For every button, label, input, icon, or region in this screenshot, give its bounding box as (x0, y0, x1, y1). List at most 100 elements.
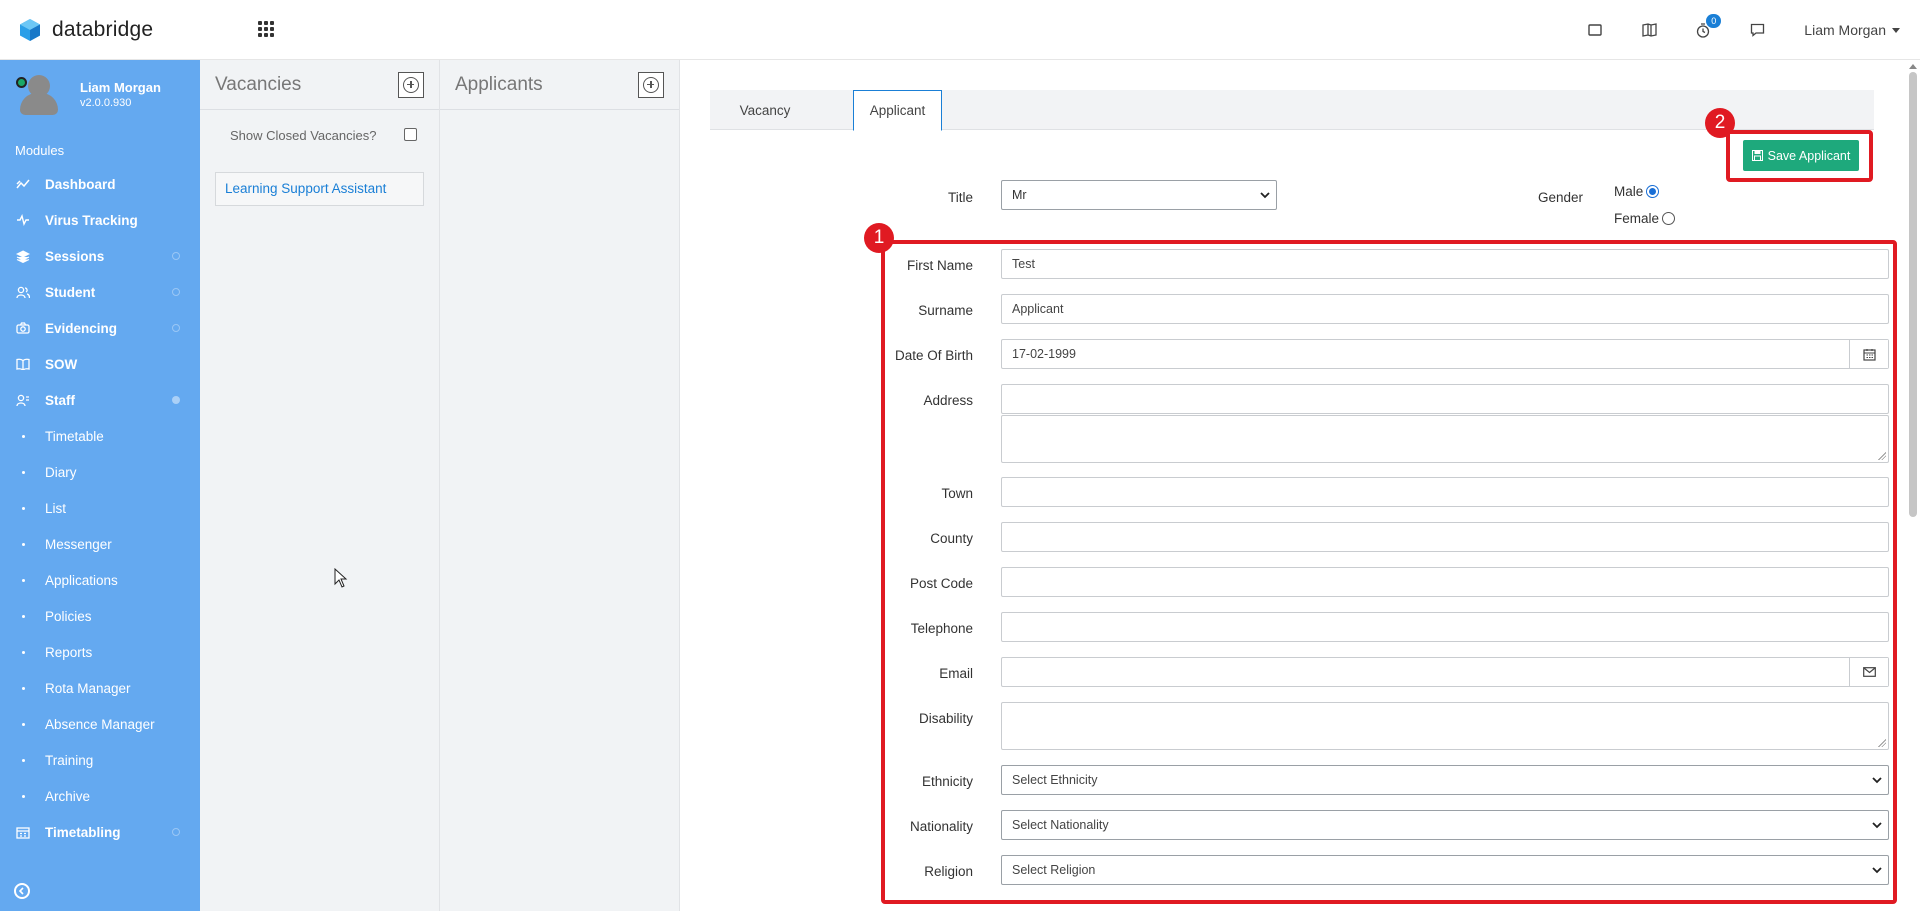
surname-label: Surname (918, 303, 973, 318)
sidebar-item-training[interactable]: Training (0, 742, 200, 778)
applicants-title: Applicants (455, 73, 543, 95)
dob-input[interactable]: 17-02-1999 (1001, 339, 1889, 369)
book-open-icon[interactable] (1622, 0, 1676, 60)
user-menu[interactable]: Liam Morgan (1804, 22, 1900, 38)
nationality-label: Nationality (909, 819, 973, 834)
chevron-down-icon (1260, 192, 1270, 199)
callout-box-2 (1726, 130, 1873, 182)
bullet-icon (21, 794, 25, 798)
sidebar-item-dashboard[interactable]: Dashboard (0, 166, 200, 202)
town-input[interactable] (1001, 477, 1889, 507)
address-line-1-input[interactable] (1001, 384, 1889, 414)
staff-icon (16, 393, 30, 407)
layers-icon (16, 249, 30, 263)
postcode-label: Post Code (909, 576, 973, 591)
app-version: v2.0.0.930 (80, 96, 132, 109)
address-label: Address (923, 393, 973, 408)
sidebar-item-rota-manager[interactable]: Rota Manager (0, 670, 200, 706)
sidebar-item-timetable[interactable]: Timetable (0, 418, 200, 454)
show-closed-checkbox[interactable] (404, 128, 417, 141)
window-icon[interactable] (1568, 0, 1622, 60)
plus-circle-icon (643, 76, 659, 93)
sidebar-item-student[interactable]: Student (0, 274, 200, 310)
sidebar-item-messenger[interactable]: Messenger (0, 526, 200, 562)
chart-line-icon (16, 177, 30, 191)
ethnicity-select-value: Select Ethnicity (1012, 773, 1098, 787)
add-vacancy-button[interactable] (398, 71, 424, 98)
mouse-cursor-icon (334, 568, 348, 588)
calendar-picker-icon[interactable] (1849, 340, 1888, 368)
sidebar: Liam Morgan v2.0.0.930 Modules Dashboard… (0, 60, 200, 911)
county-input[interactable] (1001, 522, 1889, 552)
user-profile[interactable]: Liam Morgan v2.0.0.930 (14, 75, 161, 115)
expanded-indicator-icon (172, 396, 180, 404)
sidebar-item-absence-manager[interactable]: Absence Manager (0, 706, 200, 742)
sidebar-item-timetabling[interactable]: Timetabling (0, 814, 200, 850)
sidebar-item-evidencing[interactable]: Evidencing (0, 310, 200, 346)
religion-label: Religion (924, 864, 973, 879)
pulse-icon (16, 213, 30, 227)
scroll-up-arrow-icon[interactable] (1909, 64, 1917, 69)
gender-female-option[interactable]: Female (1614, 211, 1676, 226)
timer-notifications-icon[interactable]: 0 (1676, 0, 1730, 60)
sidebar-item-sessions[interactable]: Sessions (0, 238, 200, 274)
sidebar-item-reports[interactable]: Reports (0, 634, 200, 670)
app-name: databridge (52, 18, 154, 41)
gender-male-radio[interactable] (1646, 185, 1660, 198)
gender-female-radio[interactable] (1662, 212, 1676, 225)
envelope-icon (1849, 658, 1888, 686)
calendar-icon (16, 825, 30, 839)
tab-vacancy[interactable]: Vacancy (722, 90, 808, 131)
bullet-icon (21, 542, 25, 546)
tab-applicant[interactable]: Applicant (853, 90, 942, 131)
page-scrollbar[interactable] (1906, 60, 1920, 911)
postcode-input[interactable] (1001, 567, 1889, 597)
bullet-icon (21, 434, 25, 438)
title-select-value: Mr (1012, 188, 1027, 202)
title-label: Title (947, 190, 973, 205)
gender-male-option[interactable]: Male (1614, 184, 1660, 199)
title-select[interactable]: Mr (1001, 180, 1277, 210)
app-logo[interactable]: databridge (18, 16, 153, 44)
sidebar-item-virus-tracking[interactable]: Virus Tracking (0, 202, 200, 238)
first-name-input[interactable]: Test (1001, 249, 1889, 279)
religion-select[interactable]: Select Religion (1001, 855, 1889, 885)
first-name-label: First Name (906, 258, 973, 273)
dob-label: Date Of Birth (894, 348, 973, 363)
sidebar-item-archive[interactable]: Archive (0, 778, 200, 814)
telephone-input[interactable] (1001, 612, 1889, 642)
collapse-sidebar-icon[interactable] (14, 883, 30, 899)
camera-icon (16, 321, 30, 335)
sidebar-item-staff[interactable]: Staff (0, 382, 200, 418)
sidebar-item-policies[interactable]: Policies (0, 598, 200, 634)
sidebar-item-applications[interactable]: Applications (0, 562, 200, 598)
vacancy-item[interactable]: Learning Support Assistant (215, 172, 424, 206)
chevron-down-icon (1872, 777, 1882, 784)
email-input[interactable] (1001, 657, 1889, 687)
vacancies-title: Vacancies (215, 73, 302, 95)
nationality-select-value: Select Nationality (1012, 818, 1109, 832)
sidebar-item-sow[interactable]: SOW (0, 346, 200, 382)
nationality-select[interactable]: Select Nationality (1001, 810, 1889, 840)
email-label: Email (939, 666, 973, 681)
apps-grid-icon[interactable] (258, 21, 274, 37)
book-icon (16, 357, 30, 371)
chat-icon[interactable] (1730, 0, 1784, 60)
sidebar-nav: Dashboard Virus Tracking Sessions Studen… (0, 166, 200, 850)
sidebar-item-list[interactable]: List (0, 490, 200, 526)
dob-value: 17-02-1999 (1012, 347, 1076, 361)
bullet-icon (21, 686, 25, 690)
bullet-icon (21, 506, 25, 510)
ethnicity-select[interactable]: Select Ethnicity (1001, 765, 1889, 795)
expand-indicator-icon (172, 828, 180, 836)
county-label: County (930, 531, 973, 546)
sidebar-item-diary[interactable]: Diary (0, 454, 200, 490)
expand-indicator-icon (172, 324, 180, 332)
address-line-2-textarea[interactable] (1001, 415, 1889, 463)
disability-textarea[interactable] (1001, 702, 1889, 750)
add-applicant-button[interactable] (638, 71, 664, 98)
surname-input[interactable]: Applicant (1001, 294, 1889, 324)
bullet-icon (21, 758, 25, 762)
scrollbar-thumb[interactable] (1909, 72, 1917, 517)
bullet-icon (21, 578, 25, 582)
